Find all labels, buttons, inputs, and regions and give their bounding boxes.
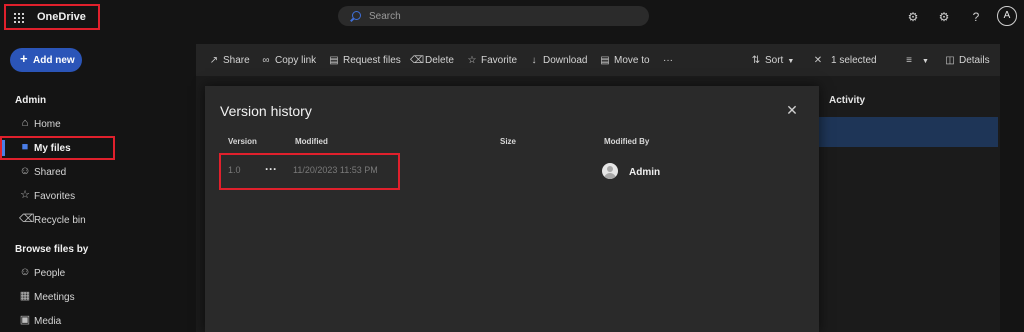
sidebar-item-home[interactable]: ⌂ Home bbox=[15, 115, 105, 133]
favorite-button[interactable]: ☆ Favorite bbox=[466, 55, 518, 66]
sort-label: Sort bbox=[765, 55, 784, 66]
image-icon: ▣ bbox=[19, 314, 31, 326]
delete-label: Delete bbox=[425, 55, 454, 66]
version-history-dialog: Version history ✕ Version Modified Size … bbox=[205, 86, 819, 332]
request-files-icon: ▤ bbox=[329, 55, 339, 66]
details-button[interactable]: ◫ Details bbox=[944, 55, 990, 66]
column-header-version: Version bbox=[228, 137, 257, 146]
column-header-activity[interactable]: Activity bbox=[829, 95, 865, 106]
list-view-icon: ≡ bbox=[906, 55, 912, 66]
sidebar-item-label: Favorites bbox=[34, 191, 76, 202]
shared-people-icon: ☺ bbox=[19, 165, 31, 177]
copy-link-button[interactable]: ∞ Copy link bbox=[260, 55, 316, 66]
sidebar-item-label: Recycle bin bbox=[34, 215, 86, 226]
help-icon[interactable]: ? bbox=[967, 8, 985, 26]
search-input[interactable]: Search bbox=[338, 6, 649, 26]
details-pane-icon: ◫ bbox=[945, 55, 955, 66]
version-modified-by: Admin bbox=[629, 167, 661, 178]
avatar bbox=[602, 163, 618, 179]
clear-selection-button[interactable]: ✕ 1 selected bbox=[812, 55, 877, 66]
chevron-down-icon: ▼ bbox=[922, 58, 929, 65]
copy-link-label: Copy link bbox=[275, 55, 317, 66]
share-icon: ↗ bbox=[209, 55, 219, 66]
column-header-modified: Modified bbox=[295, 137, 328, 146]
sidebar-item-label: People bbox=[34, 268, 66, 279]
close-icon[interactable]: ✕ bbox=[785, 103, 799, 117]
sidebar-item-shared[interactable]: ☺ Shared bbox=[15, 163, 105, 181]
more-commands-button[interactable]: ··· bbox=[663, 55, 673, 66]
sort-button[interactable]: ⇅ Sort ▼ bbox=[750, 55, 794, 66]
sidebar-item-label: Shared bbox=[34, 167, 67, 178]
calendar-icon: ▦ bbox=[19, 290, 31, 302]
request-files-label: Request files bbox=[343, 55, 401, 66]
star-icon: ☆ bbox=[467, 55, 477, 66]
selection-count: 1 selected bbox=[831, 55, 877, 66]
sidebar-item-label: Home bbox=[34, 119, 61, 130]
plus-icon: + bbox=[20, 51, 28, 66]
search-placeholder: Search bbox=[369, 11, 401, 22]
trash-icon: ⌫ bbox=[410, 55, 425, 66]
move-to-icon: ▤ bbox=[600, 55, 610, 66]
add-new-label: Add new bbox=[33, 55, 75, 66]
share-button[interactable]: ↗ Share bbox=[208, 55, 250, 66]
share-label: Share bbox=[223, 55, 250, 66]
dialog-title: Version history bbox=[220, 103, 312, 119]
download-button[interactable]: ↓ Download bbox=[528, 55, 588, 66]
sidebar-item-my-files[interactable]: ■ My files bbox=[15, 139, 105, 157]
version-more-options-button[interactable]: ··· bbox=[265, 162, 277, 176]
view-options-button[interactable]: ≡ ▼ bbox=[903, 55, 929, 66]
move-to-button[interactable]: ▤ Move to bbox=[599, 55, 650, 66]
section-browse-files-by: Browse files by bbox=[15, 244, 89, 255]
home-icon: ⌂ bbox=[21, 117, 29, 129]
chevron-down-icon: ▼ bbox=[787, 58, 795, 65]
column-header-size: Size bbox=[500, 137, 517, 146]
command-bar: ↗ Share ∞ Copy link ▤ Request files ⌫Delete… bbox=[196, 44, 1000, 76]
version-number: 1.0 bbox=[228, 165, 241, 175]
sidebar-item-media[interactable]: ▣ Media bbox=[15, 312, 105, 330]
version-modified-date: 11/20/2023 11:53 PM bbox=[293, 165, 378, 175]
add-new-button[interactable]: + Add new bbox=[10, 48, 82, 72]
sidebar-item-label: My files bbox=[34, 143, 71, 154]
avatar[interactable]: A bbox=[997, 6, 1017, 26]
download-label: Download bbox=[543, 55, 588, 66]
gear-icon[interactable]: ⚙ bbox=[935, 8, 953, 26]
sidebar-item-label: Media bbox=[34, 316, 62, 327]
section-admin: Admin bbox=[15, 95, 47, 106]
column-header-modified-by: Modified By bbox=[604, 137, 650, 146]
link-icon: ∞ bbox=[262, 55, 270, 66]
selected-indicator bbox=[2, 140, 5, 156]
sidebar-item-meetings[interactable]: ▦ Meetings bbox=[15, 288, 105, 306]
sidebar-item-people[interactable]: ☺ People bbox=[15, 264, 105, 282]
sidebar-item-favorites[interactable]: ☆ Favorites bbox=[15, 187, 105, 205]
favorite-label: Favorite bbox=[481, 55, 518, 66]
request-files-button[interactable]: ▤ Request files bbox=[328, 55, 401, 66]
app-title[interactable]: OneDrive bbox=[37, 11, 86, 23]
download-icon: ↓ bbox=[531, 55, 537, 66]
search-icon bbox=[352, 11, 361, 20]
recycle-bin-icon: ⌫ bbox=[19, 213, 35, 225]
sidebar-item-label: Meetings bbox=[34, 292, 75, 303]
folder-icon: ■ bbox=[21, 141, 29, 153]
star-icon: ☆ bbox=[20, 189, 30, 201]
sidebar-item-recycle-bin[interactable]: ⌫ Recycle bin bbox=[15, 211, 105, 229]
close-icon: ✕ bbox=[813, 55, 823, 66]
delete-button[interactable]: ⌫Delete bbox=[410, 55, 454, 66]
top-bar: OneDrive Search ⚙︎ ⚙ ? A bbox=[0, 0, 1024, 34]
selected-file-row[interactable] bbox=[818, 117, 998, 147]
person-icon: ☺ bbox=[19, 266, 31, 278]
waffle-icon[interactable] bbox=[14, 13, 24, 23]
settings-sync-icon[interactable]: ⚙︎ bbox=[904, 8, 922, 26]
app-launcher-highlight[interactable]: OneDrive bbox=[4, 4, 100, 30]
details-label: Details bbox=[959, 55, 990, 66]
move-to-label: Move to bbox=[614, 55, 650, 66]
sort-icon: ⇅ bbox=[751, 55, 761, 66]
